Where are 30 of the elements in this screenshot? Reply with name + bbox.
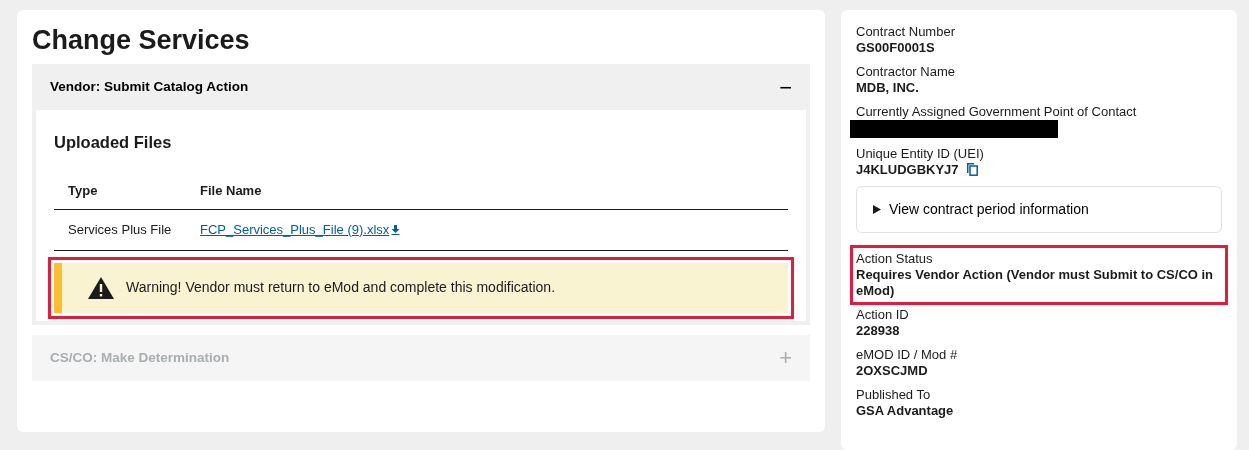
field-value: 228938 <box>856 323 900 338</box>
field-value: GS00F0001S <box>856 40 935 55</box>
field-label: Action Status <box>856 251 934 267</box>
column-header: File Name <box>186 175 788 210</box>
field-value: MDB, INC. <box>856 80 919 95</box>
field-value: J4KLUDGBKYJ7 <box>856 162 959 177</box>
copy-icon[interactable] <box>966 163 978 176</box>
accordion-header[interactable]: Vendor: Submit Catalog Action − <box>32 64 810 111</box>
page-title: Change Services <box>32 24 251 57</box>
field-label: Published To <box>856 387 932 403</box>
download-icon <box>391 225 401 236</box>
field-label: Currently Assigned Government Point of Contact <box>856 104 1138 120</box>
field-label: Contract Number <box>856 24 956 40</box>
disclosure-button[interactable]: View contract period information <box>856 186 1222 233</box>
field-value: GSA Advantage <box>856 403 954 418</box>
file-link[interactable]: FCP_Services_Plus_File (9).xlsx <box>200 221 401 237</box>
field-value: Requires Vendor Action (Vendor must Submit to CS/CO in eMod) <box>856 267 1214 298</box>
field-label: Contractor Name <box>856 64 956 80</box>
alert-text: Warning! Vendor must return to eMod and complete this modification. <box>126 278 556 298</box>
toggle-icon: − <box>779 70 792 104</box>
column-header: Type <box>54 175 186 210</box>
field-label: Unique Entity ID (UEI) <box>856 146 985 162</box>
table-cell: Services Plus File <box>54 209 186 251</box>
field-label: eMOD ID / Mod # <box>856 347 959 363</box>
caret-icon <box>873 205 881 214</box>
field-label: Action ID <box>856 307 910 323</box>
field-value: 2OXSCJMD <box>856 363 928 378</box>
section-title: Uploaded Files <box>54 132 173 154</box>
warning-icon <box>88 276 114 299</box>
toggle-icon: + <box>779 341 792 375</box>
